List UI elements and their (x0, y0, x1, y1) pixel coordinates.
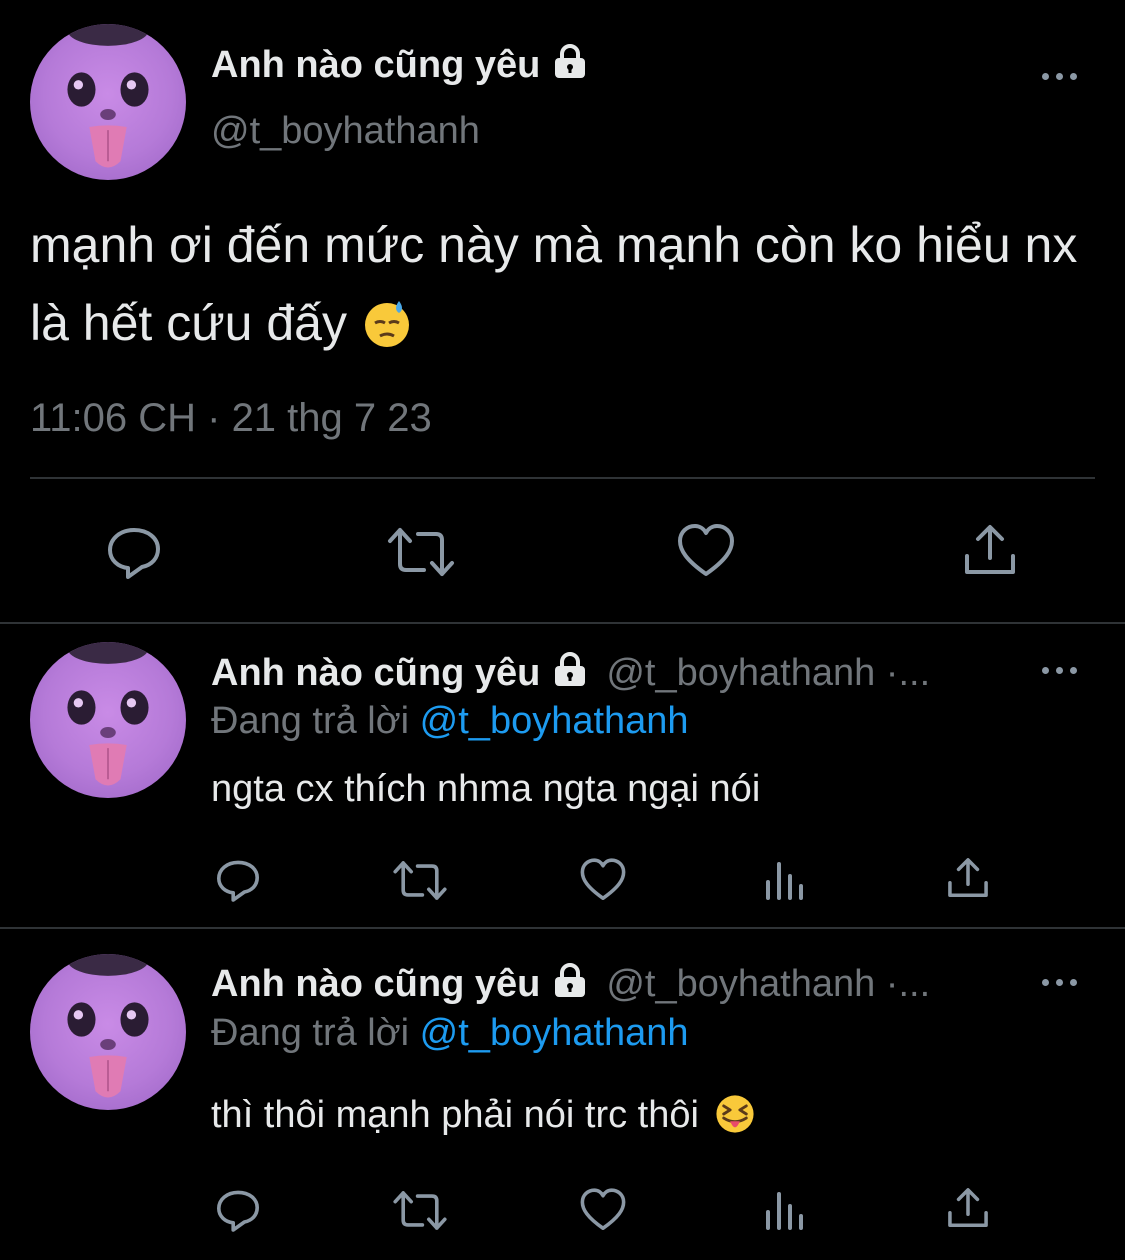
retweet-icon[interactable] (392, 1188, 448, 1233)
reply-header: Anh nào cũng yêu @t_boyhathanh ·... (211, 652, 930, 695)
divider (0, 927, 1125, 929)
divider (0, 622, 1125, 624)
handle[interactable]: @t_boyhathanh (211, 110, 480, 153)
squinting-face-with-tongue-emoji (715, 1095, 754, 1133)
avatar[interactable] (30, 954, 186, 1110)
retweet-icon[interactable] (386, 524, 456, 580)
tweet-text: mạnh ơi đến mức này mà mạnh còn ko hiểu … (30, 217, 1078, 351)
mention-link[interactable]: @t_boyhathanh (420, 1012, 689, 1054)
reply-icon[interactable] (214, 856, 262, 904)
like-icon[interactable] (579, 1187, 627, 1233)
tweet-timestamp: 11:06 CH · 21 thg 7 23 (30, 396, 432, 440)
replying-to: Đang trả lời @t_boyhathanh (211, 700, 689, 742)
share-icon[interactable] (946, 856, 990, 900)
reply-icon[interactable] (104, 522, 164, 582)
reply-icon[interactable] (214, 1186, 262, 1234)
lock-icon (555, 652, 586, 686)
reply-header: Anh nào cũng yêu @t_boyhathanh ·... (211, 963, 930, 1006)
downcast-face-with-sweat-emoji (364, 300, 409, 347)
views-icon[interactable] (764, 858, 808, 902)
display-name[interactable]: Anh nào cũng yêu (211, 44, 590, 87)
more-options-icon[interactable] (1042, 972, 1086, 992)
views-icon[interactable] (764, 1188, 808, 1232)
lock-icon (555, 963, 586, 997)
replying-to: Đang trả lời @t_boyhathanh (211, 1012, 689, 1054)
reply-text: ngta cx thích nhma ngta ngại nói (211, 768, 761, 810)
cat-avatar-image (67, 954, 149, 1098)
divider (30, 477, 1095, 479)
cat-avatar-image (67, 24, 149, 168)
retweet-icon[interactable] (392, 858, 448, 903)
display-name[interactable]: Anh nào cũng yêu (211, 652, 540, 694)
avatar[interactable] (30, 24, 186, 180)
more-options-icon[interactable] (1042, 66, 1086, 86)
more-options-icon[interactable] (1042, 660, 1086, 680)
like-icon[interactable] (676, 522, 736, 580)
handle[interactable]: @t_boyhathanh ·... (606, 652, 930, 694)
avatar[interactable] (30, 642, 186, 798)
cat-avatar-image (67, 642, 149, 786)
like-icon[interactable] (579, 857, 627, 903)
share-icon[interactable] (946, 1186, 990, 1230)
mention-link[interactable]: @t_boyhathanh (420, 700, 689, 742)
display-name[interactable]: Anh nào cũng yêu (211, 963, 540, 1005)
reply-text: thì thôi mạnh phải nói trc thôi (211, 1094, 756, 1137)
handle[interactable]: @t_boyhathanh ·... (606, 963, 930, 1005)
lock-icon (555, 44, 586, 78)
share-icon[interactable] (962, 522, 1018, 578)
